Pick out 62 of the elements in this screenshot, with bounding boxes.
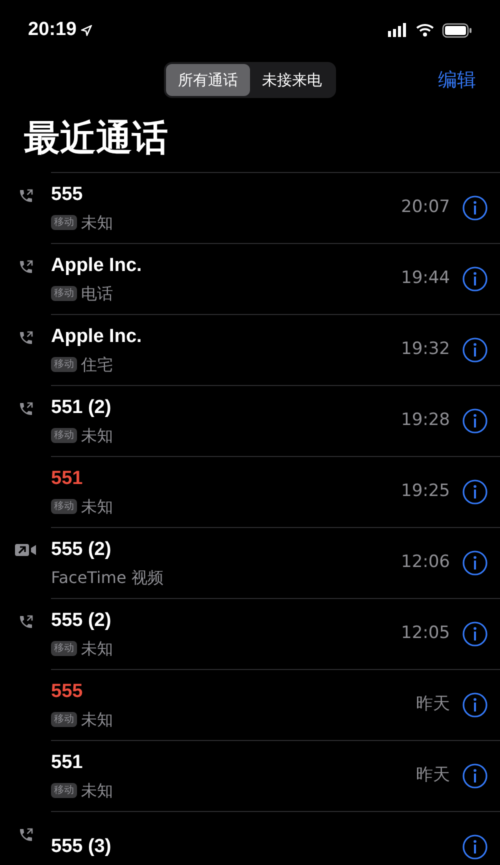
outgoing-phone-icon — [18, 330, 34, 346]
info-icon[interactable] — [462, 621, 488, 647]
segment-tab[interactable]: 所有通话 — [166, 64, 250, 96]
outgoing-phone-icon — [18, 614, 34, 630]
call-time: 19:44 — [401, 267, 450, 290]
call-time: 19:32 — [401, 338, 450, 362]
caller-name: 555 (2) — [51, 609, 112, 634]
mobile-tag: 移动 — [51, 357, 77, 372]
caller-name: Apple Inc. — [51, 254, 143, 278]
info-icon[interactable] — [462, 479, 488, 505]
mobile-tag: 移动 — [51, 215, 77, 230]
call-time: 20:07 — [401, 196, 450, 220]
call-time: 12:05 — [401, 622, 450, 646]
call-detail: 未知 — [81, 638, 113, 660]
mobile-tag: 移动 — [51, 712, 77, 728]
call-detail: 未知 — [81, 780, 113, 802]
outgoing-phone-icon — [18, 259, 34, 275]
caller-name: 555 — [51, 183, 84, 208]
battery-icon — [442, 22, 472, 38]
call-time: 昨天 — [416, 764, 450, 788]
call-time: 19:28 — [401, 409, 450, 432]
call-detail: 未知 — [81, 496, 113, 518]
video-camera-icon — [14, 543, 36, 557]
info-icon[interactable] — [462, 337, 488, 363]
call-detail: 住宅 — [81, 354, 113, 376]
call-time: 19:25 — [401, 480, 450, 504]
mobile-tag: 移动 — [51, 428, 77, 444]
info-icon[interactable] — [462, 763, 488, 789]
segment-tab[interactable]: 未接来电 — [250, 64, 334, 96]
caller-name: 551 — [51, 751, 84, 776]
outgoing-phone-icon — [18, 401, 34, 417]
info-icon[interactable] — [462, 408, 488, 434]
status-time: 20:19 — [28, 18, 77, 42]
outgoing-phone-icon — [18, 827, 34, 843]
call-detail: 未知 — [81, 708, 113, 731]
signal-icon — [388, 23, 408, 37]
call-detail: 未知 — [81, 424, 113, 447]
call-detail: 未知 — [81, 212, 113, 234]
location-arrow-icon — [80, 24, 92, 36]
edit-button[interactable]: 编辑 — [438, 66, 476, 94]
outgoing-phone-icon — [18, 188, 34, 204]
info-icon[interactable] — [462, 266, 488, 292]
mobile-tag: 移动 — [51, 641, 77, 656]
mobile-tag: 移动 — [51, 286, 77, 302]
info-icon[interactable] — [462, 692, 488, 718]
caller-name: Apple Inc. — [51, 325, 143, 350]
caller-name: 551 — [51, 467, 84, 492]
call-detail: FaceTime 视频 — [51, 566, 164, 589]
caller-name: 551 (2) — [51, 396, 112, 420]
mobile-tag: 移动 — [51, 499, 77, 514]
info-icon[interactable] — [462, 550, 488, 576]
call-time: 12:06 — [401, 551, 450, 574]
mobile-tag: 移动 — [51, 783, 77, 798]
caller-name: 555 (3) — [51, 834, 112, 859]
caller-name: 555 — [51, 680, 84, 704]
page-title: 最近通话 — [24, 117, 169, 161]
info-icon[interactable] — [462, 195, 488, 221]
call-time: 昨天 — [416, 693, 450, 716]
call-detail: 电话 — [81, 282, 113, 305]
wifi-icon — [416, 23, 434, 37]
caller-name: 555 (2) — [51, 538, 112, 562]
info-icon[interactable] — [462, 834, 488, 860]
